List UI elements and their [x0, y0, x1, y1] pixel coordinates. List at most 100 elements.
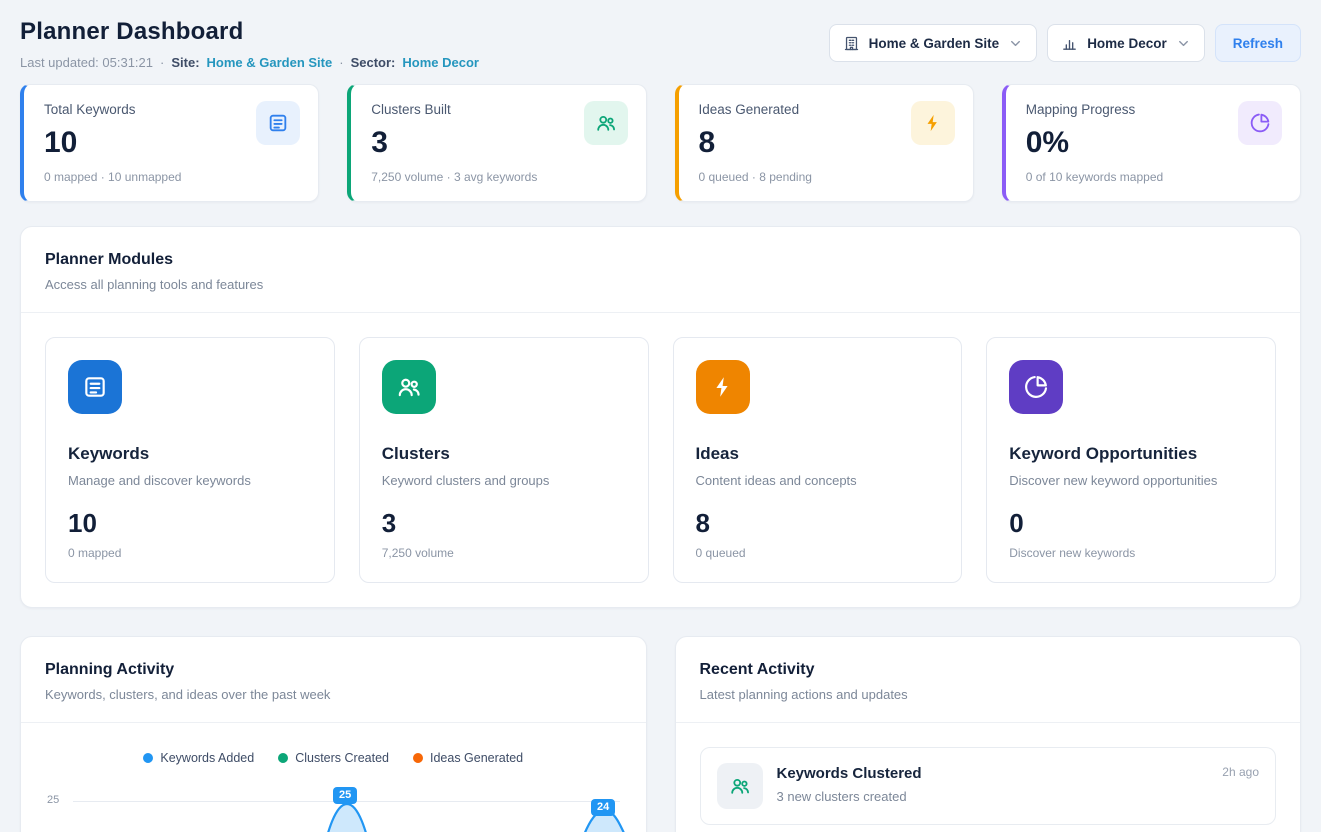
- module-title: Keywords: [68, 444, 312, 464]
- module-description: Keyword clusters and groups: [382, 473, 626, 488]
- module-description: Manage and discover keywords: [68, 473, 312, 488]
- stat-detail: 7,250 volume · 3 avg keywords: [371, 170, 625, 184]
- planner-modules-panel: Planner Modules Access all planning tool…: [20, 226, 1301, 608]
- stat-card-mapping-progress: Mapping Progress 0% 0 of 10 keywords map…: [1002, 84, 1301, 202]
- page-meta: Last updated: 05:31:21 · Site: Home & Ga…: [20, 55, 479, 70]
- sector-label: Sector:: [351, 55, 396, 70]
- y-axis-tick: 25: [47, 794, 59, 806]
- module-value: 3: [382, 508, 626, 539]
- legend-label: Keywords Added: [160, 751, 254, 765]
- page-title: Planner Dashboard: [20, 18, 479, 46]
- document-icon: [267, 112, 289, 134]
- stats-row: Total Keywords 10 0 mapped · 10 unmapped…: [20, 84, 1301, 202]
- stat-icon-chip: [584, 101, 628, 145]
- stat-detail: 0 queued · 8 pending: [699, 170, 953, 184]
- activity-list-item: Keywords Clustered 3 new clusters create…: [700, 747, 1277, 825]
- planning-activity-chart: 25 25 24: [45, 778, 622, 832]
- activity-item-description: 3 new clusters created: [777, 789, 1209, 804]
- stat-card-total-keywords: Total Keywords 10 0 mapped · 10 unmapped: [20, 84, 319, 202]
- stat-icon-chip: [911, 101, 955, 145]
- refresh-button[interactable]: Refresh: [1215, 24, 1301, 62]
- stat-card-clusters-built: Clusters Built 3 7,250 volume · 3 avg ke…: [347, 84, 646, 202]
- sector-link[interactable]: Home Decor: [402, 55, 479, 70]
- stat-icon-chip: [256, 101, 300, 145]
- activity-item-main: Keywords Clustered 3 new clusters create…: [777, 763, 1209, 809]
- activity-item-title: Keywords Clustered: [777, 765, 1209, 782]
- point-label: 25: [333, 787, 357, 804]
- module-detail: Discover new keywords: [1009, 546, 1253, 560]
- users-icon: [396, 374, 422, 400]
- dot-separator: ·: [339, 55, 343, 70]
- bar-chart-icon: [1061, 35, 1078, 52]
- planning-activity-title: Planning Activity: [45, 661, 622, 679]
- site-link[interactable]: Home & Garden Site: [207, 55, 333, 70]
- last-updated-text: Last updated: 05:31:21: [20, 55, 153, 70]
- header-controls: Home & Garden Site Home Decor Refresh: [829, 24, 1301, 62]
- header-left: Planner Dashboard Last updated: 05:31:21…: [20, 18, 479, 70]
- recent-activity-subtitle: Latest planning actions and updates: [700, 687, 1277, 702]
- module-card-ideas[interactable]: Ideas Content ideas and concepts 8 0 que…: [673, 337, 963, 583]
- sector-selector[interactable]: Home Decor: [1047, 24, 1205, 62]
- module-card-keyword-opportunities[interactable]: Keyword Opportunities Discover new keywo…: [986, 337, 1276, 583]
- planning-activity-subtitle: Keywords, clusters, and ideas over the p…: [45, 687, 622, 702]
- stat-icon-chip: [1238, 101, 1282, 145]
- module-value: 0: [1009, 508, 1253, 539]
- bolt-icon: [711, 375, 735, 399]
- module-icon-chip: [68, 360, 122, 414]
- bottom-row: Planning Activity Keywords, clusters, an…: [20, 636, 1301, 832]
- document-icon: [82, 374, 108, 400]
- sector-selector-value: Home Decor: [1087, 36, 1167, 51]
- pie-chart-icon: [1023, 374, 1049, 400]
- legend-dot: [413, 753, 423, 763]
- module-detail: 7,250 volume: [382, 546, 626, 560]
- legend-label: Ideas Generated: [430, 751, 523, 765]
- module-title: Clusters: [382, 444, 626, 464]
- module-detail: 0 queued: [696, 546, 940, 560]
- module-icon-chip: [696, 360, 750, 414]
- page-header: Planner Dashboard Last updated: 05:31:21…: [20, 18, 1301, 70]
- module-description: Discover new keyword opportunities: [1009, 473, 1253, 488]
- chevron-down-icon: [1176, 36, 1191, 51]
- recent-activity-panel: Recent Activity Latest planning actions …: [675, 636, 1302, 832]
- legend-item-clusters-created: Clusters Created: [278, 751, 389, 765]
- planning-activity-panel: Planning Activity Keywords, clusters, an…: [20, 636, 647, 832]
- chevron-down-icon: [1008, 36, 1023, 51]
- stat-detail: 0 of 10 keywords mapped: [1026, 170, 1280, 184]
- legend-item-ideas-generated: Ideas Generated: [413, 751, 523, 765]
- legend-dot: [143, 753, 153, 763]
- module-icon-chip: [382, 360, 436, 414]
- modules-header: Planner Modules Access all planning tool…: [21, 227, 1300, 312]
- module-value: 10: [68, 508, 312, 539]
- module-title: Keyword Opportunities: [1009, 444, 1253, 464]
- modules-grid: Keywords Manage and discover keywords 10…: [21, 313, 1300, 607]
- recent-activity-header: Recent Activity Latest planning actions …: [676, 637, 1301, 722]
- module-title: Ideas: [696, 444, 940, 464]
- chart-legend: Keywords Added Clusters Created Ideas Ge…: [45, 751, 622, 765]
- module-card-clusters[interactable]: Clusters Keyword clusters and groups 3 7…: [359, 337, 649, 583]
- building-icon: [843, 35, 860, 52]
- activity-item-timestamp: 2h ago: [1222, 765, 1259, 809]
- legend-label: Clusters Created: [295, 751, 389, 765]
- site-selector[interactable]: Home & Garden Site: [829, 24, 1038, 62]
- planner-dashboard-page: Planner Dashboard Last updated: 05:31:21…: [0, 0, 1321, 832]
- activity-icon-chip: [717, 763, 763, 809]
- users-icon: [729, 775, 751, 797]
- module-card-keywords[interactable]: Keywords Manage and discover keywords 10…: [45, 337, 335, 583]
- modules-title: Planner Modules: [45, 251, 1276, 269]
- recent-activity-title: Recent Activity: [700, 661, 1277, 679]
- point-label: 24: [591, 799, 615, 816]
- planning-activity-header: Planning Activity Keywords, clusters, an…: [21, 637, 646, 722]
- legend-dot: [278, 753, 288, 763]
- recent-activity-list: Keywords Clustered 3 new clusters create…: [676, 723, 1301, 832]
- site-label: Site:: [171, 55, 199, 70]
- module-description: Content ideas and concepts: [696, 473, 940, 488]
- planning-activity-body: Keywords Added Clusters Created Ideas Ge…: [21, 723, 646, 832]
- module-icon-chip: [1009, 360, 1063, 414]
- stat-card-ideas-generated: Ideas Generated 8 0 queued · 8 pending: [675, 84, 974, 202]
- site-selector-value: Home & Garden Site: [869, 36, 1000, 51]
- pie-chart-icon: [1249, 112, 1271, 134]
- module-value: 8: [696, 508, 940, 539]
- module-detail: 0 mapped: [68, 546, 312, 560]
- bolt-icon: [923, 113, 943, 133]
- dot-separator: ·: [160, 55, 164, 70]
